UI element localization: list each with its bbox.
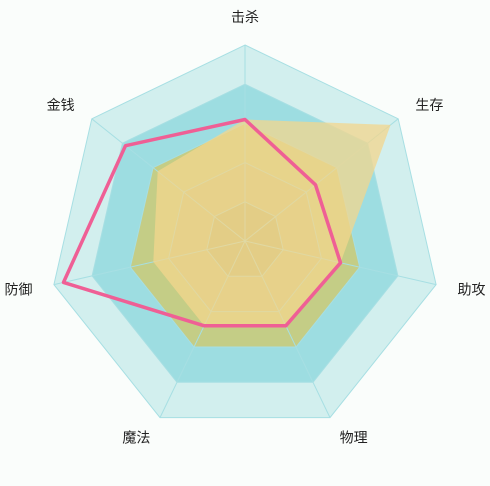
axis-label: 物理 — [340, 430, 368, 446]
axis-label: 击杀 — [231, 10, 259, 26]
axis-label: 金钱 — [47, 98, 75, 114]
axis-label: 生存 — [415, 98, 443, 114]
radar-chart-svg: 击杀 生存 助攻 物理 魔法 防御 金钱 — [5, 10, 486, 446]
axis-label: 防御 — [5, 283, 33, 299]
radar-chart: 击杀 生存 助攻 物理 魔法 防御 金钱 — [0, 0, 490, 486]
axis-label: 魔法 — [122, 430, 150, 446]
axis-label: 助攻 — [458, 283, 486, 299]
